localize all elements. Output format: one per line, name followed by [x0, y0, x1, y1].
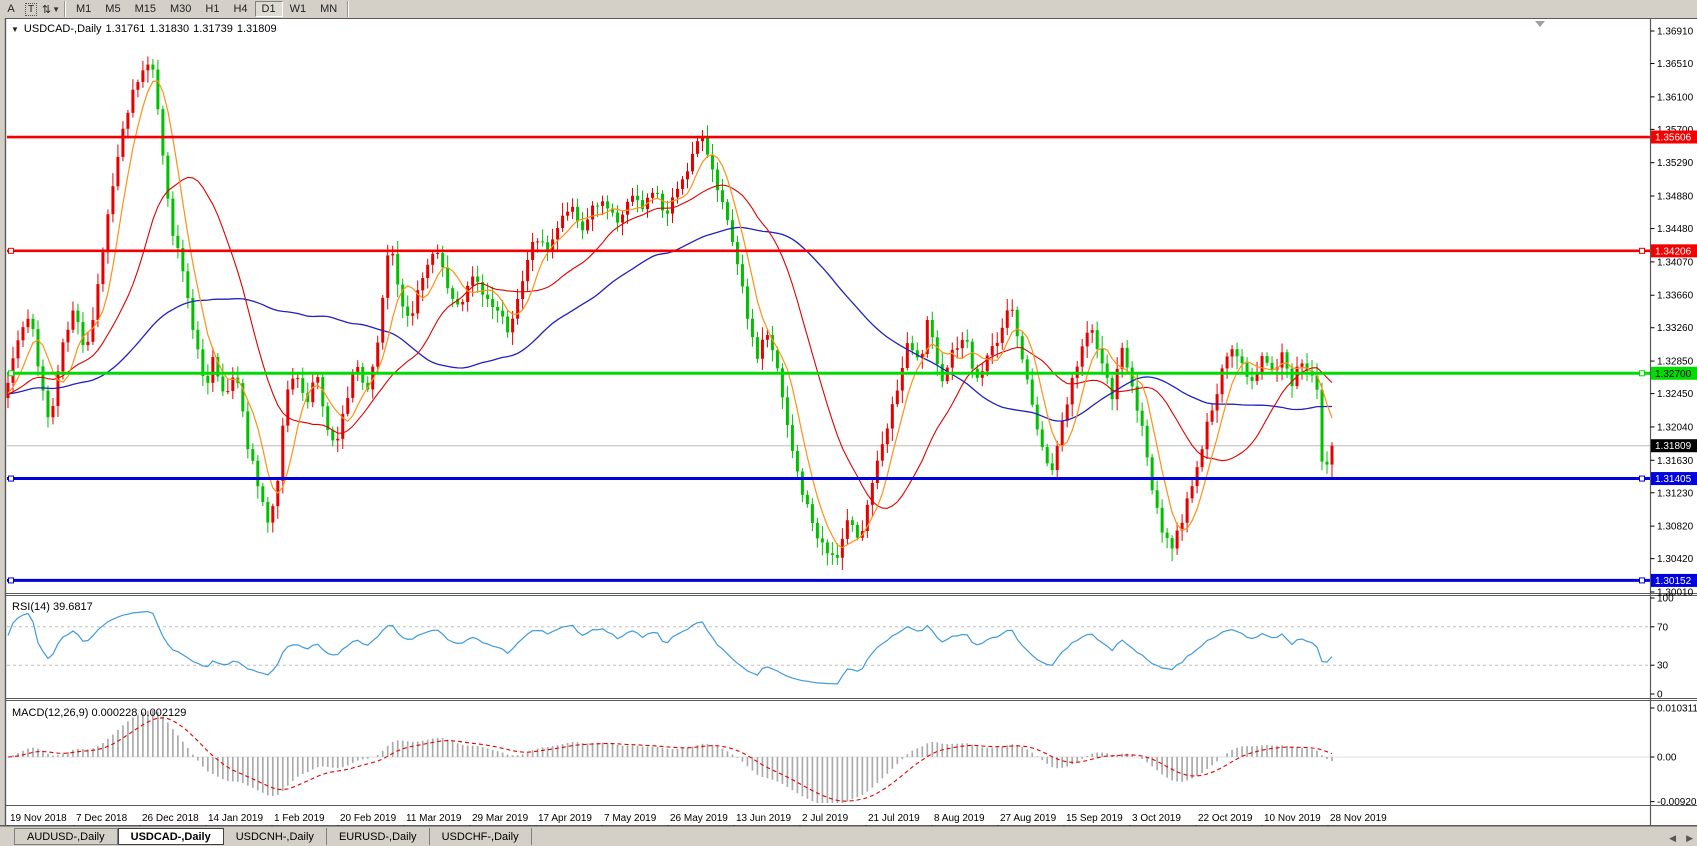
svg-text:70: 70 [1657, 622, 1669, 633]
svg-text:1.30820: 1.30820 [1657, 522, 1694, 533]
svg-text:0.010311: 0.010311 [1657, 704, 1697, 715]
svg-text:14 Jan 2019: 14 Jan 2019 [208, 813, 263, 824]
chevron-down-icon: ▼ [52, 5, 60, 14]
ohlc-open: 1.31761 [106, 23, 146, 35]
svg-text:28 Nov 2019: 28 Nov 2019 [1330, 813, 1387, 824]
macd-signal-value: 0.002129 [140, 707, 186, 719]
svg-text:1.34480: 1.34480 [1657, 224, 1694, 235]
chart-tab-usdchf[interactable]: USDCHF-,Daily [430, 828, 532, 845]
timeframe-button-M15[interactable]: M15 [128, 1, 163, 17]
symbol-dropdown-icon[interactable]: ▼ [11, 25, 19, 34]
svg-text:30: 30 [1657, 661, 1669, 672]
timeframe-button-W1[interactable]: W1 [283, 1, 314, 17]
svg-text:1.31809: 1.31809 [1655, 441, 1692, 452]
svg-text:21 Jul 2019: 21 Jul 2019 [868, 813, 920, 824]
svg-text:1.34206: 1.34206 [1655, 246, 1692, 257]
svg-text:1.36910: 1.36910 [1657, 27, 1694, 38]
timeframe-button-M5[interactable]: M5 [98, 1, 127, 17]
svg-text:1.31630: 1.31630 [1657, 456, 1694, 467]
toolbar-separator [347, 1, 349, 17]
chart-tab-eurusd[interactable]: EURUSD-,Daily [327, 828, 430, 845]
svg-text:7 Dec 2018: 7 Dec 2018 [76, 813, 128, 824]
macd-indicator-label: MACD(12,26,9) 0.000228 0.002129 [12, 707, 186, 719]
timeframe-button-MN[interactable]: MN [313, 1, 344, 17]
svg-text:1.36100: 1.36100 [1657, 92, 1694, 103]
svg-text:1.36510: 1.36510 [1657, 59, 1694, 70]
svg-text:1 Feb 2019: 1 Feb 2019 [274, 813, 325, 824]
svg-text:1.35606: 1.35606 [1655, 133, 1692, 144]
svg-text:7 May 2019: 7 May 2019 [604, 813, 657, 824]
top-toolbar: A T ⇅▼ M1M5M15M30H1H4D1W1MN [0, 0, 1697, 18]
svg-text:1.35290: 1.35290 [1657, 158, 1694, 169]
rsi-indicator-label: RSI(14) 39.6817 [12, 601, 93, 613]
chart-tabs: AUDUSD-,DailyUSDCAD-,DailyUSDCNH-,DailyE… [14, 828, 532, 845]
scroll-right-icon[interactable]: ▶ [1686, 833, 1693, 844]
timeframe-button-M30[interactable]: M30 [163, 1, 198, 17]
svg-text:20 Feb 2019: 20 Feb 2019 [340, 813, 397, 824]
svg-text:1.33260: 1.33260 [1657, 323, 1694, 334]
tab-scrollers: ◀ ▶ [1669, 833, 1693, 844]
svg-text:1.30152: 1.30152 [1655, 576, 1692, 587]
svg-text:0.00: 0.00 [1657, 753, 1677, 764]
svg-text:1.34070: 1.34070 [1657, 257, 1694, 268]
chart-tab-usdcad[interactable]: USDCAD-,Daily [118, 828, 224, 845]
svg-text:1.31405: 1.31405 [1655, 474, 1692, 485]
svg-text:22 Oct 2019: 22 Oct 2019 [1198, 813, 1253, 824]
svg-text:1.32700: 1.32700 [1655, 369, 1692, 380]
svg-text:1.30420: 1.30420 [1657, 554, 1694, 565]
svg-text:1.33660: 1.33660 [1657, 291, 1694, 302]
chart-title: ▼ USDCAD-,Daily 1.317611.31830 1.31739 1.318… [11, 23, 277, 35]
chart-canvas[interactable]: 1.369101.365101.361001.357001.352901.348… [0, 18, 1697, 826]
chart-tab-audusd[interactable]: AUDUSD-,Daily [14, 828, 118, 845]
svg-text:17 Apr 2019: 17 Apr 2019 [538, 813, 592, 824]
svg-text:1.32850: 1.32850 [1657, 357, 1694, 368]
timeframe-button-H4[interactable]: H4 [226, 1, 254, 17]
svg-text:1.32450: 1.32450 [1657, 389, 1694, 400]
svg-text:8 Aug 2019: 8 Aug 2019 [934, 813, 985, 824]
indicators-icon[interactable]: ⇅▼ [41, 1, 61, 17]
svg-text:11 Mar 2019: 11 Mar 2019 [406, 813, 462, 824]
scroll-left-icon[interactable]: ◀ [1669, 833, 1676, 844]
timeframe-button-M1[interactable]: M1 [69, 1, 98, 17]
ohlc-low: 1.31739 [193, 23, 233, 35]
chart-tab-usdcnh[interactable]: USDCNH-,Daily [224, 828, 327, 845]
ohlc-close: 1.31809 [237, 23, 277, 35]
svg-text:27 Aug 2019: 27 Aug 2019 [1000, 813, 1057, 824]
svg-text:29 Mar 2019: 29 Mar 2019 [472, 813, 529, 824]
svg-text:2 Jul 2019: 2 Jul 2019 [802, 813, 849, 824]
svg-text:13 Jun 2019: 13 Jun 2019 [736, 813, 791, 824]
svg-text:19 Nov 2018: 19 Nov 2018 [10, 813, 67, 824]
svg-text:1.31230: 1.31230 [1657, 488, 1694, 499]
svg-text:15 Sep 2019: 15 Sep 2019 [1066, 813, 1123, 824]
text-tool-icon[interactable]: T [21, 1, 41, 17]
cursor-a-icon[interactable]: A [1, 1, 21, 17]
svg-text:1.32040: 1.32040 [1657, 422, 1694, 433]
symbol-label: USDCAD-,Daily [24, 23, 102, 35]
svg-text:3 Oct 2019: 3 Oct 2019 [1132, 813, 1181, 824]
svg-text:1.34880: 1.34880 [1657, 192, 1694, 203]
svg-text:26 May 2019: 26 May 2019 [670, 813, 728, 824]
rsi-value: 39.6817 [53, 601, 93, 613]
svg-text:26 Dec 2018: 26 Dec 2018 [142, 813, 199, 824]
macd-main-value: 0.000228 [91, 707, 137, 719]
svg-text:10 Nov 2019: 10 Nov 2019 [1264, 813, 1321, 824]
svg-text:0: 0 [1657, 690, 1663, 701]
chart-tab-bar: AUDUSD-,DailyUSDCAD-,DailyUSDCNH-,DailyE… [0, 826, 1697, 846]
ohlc-high: 1.31830 [149, 23, 189, 35]
svg-text:100: 100 [1657, 594, 1674, 605]
svg-text:-0.009203: -0.009203 [1657, 797, 1697, 808]
toolbar-separator [64, 1, 66, 17]
timeframe-button-group: M1M5M15M30H1H4D1W1MN [69, 1, 344, 17]
timeframe-button-H1[interactable]: H1 [198, 1, 226, 17]
trading-terminal: { "toolbar": { "icon_a": "A", "icon_text… [0, 0, 1697, 846]
timeframe-button-D1[interactable]: D1 [255, 1, 283, 17]
